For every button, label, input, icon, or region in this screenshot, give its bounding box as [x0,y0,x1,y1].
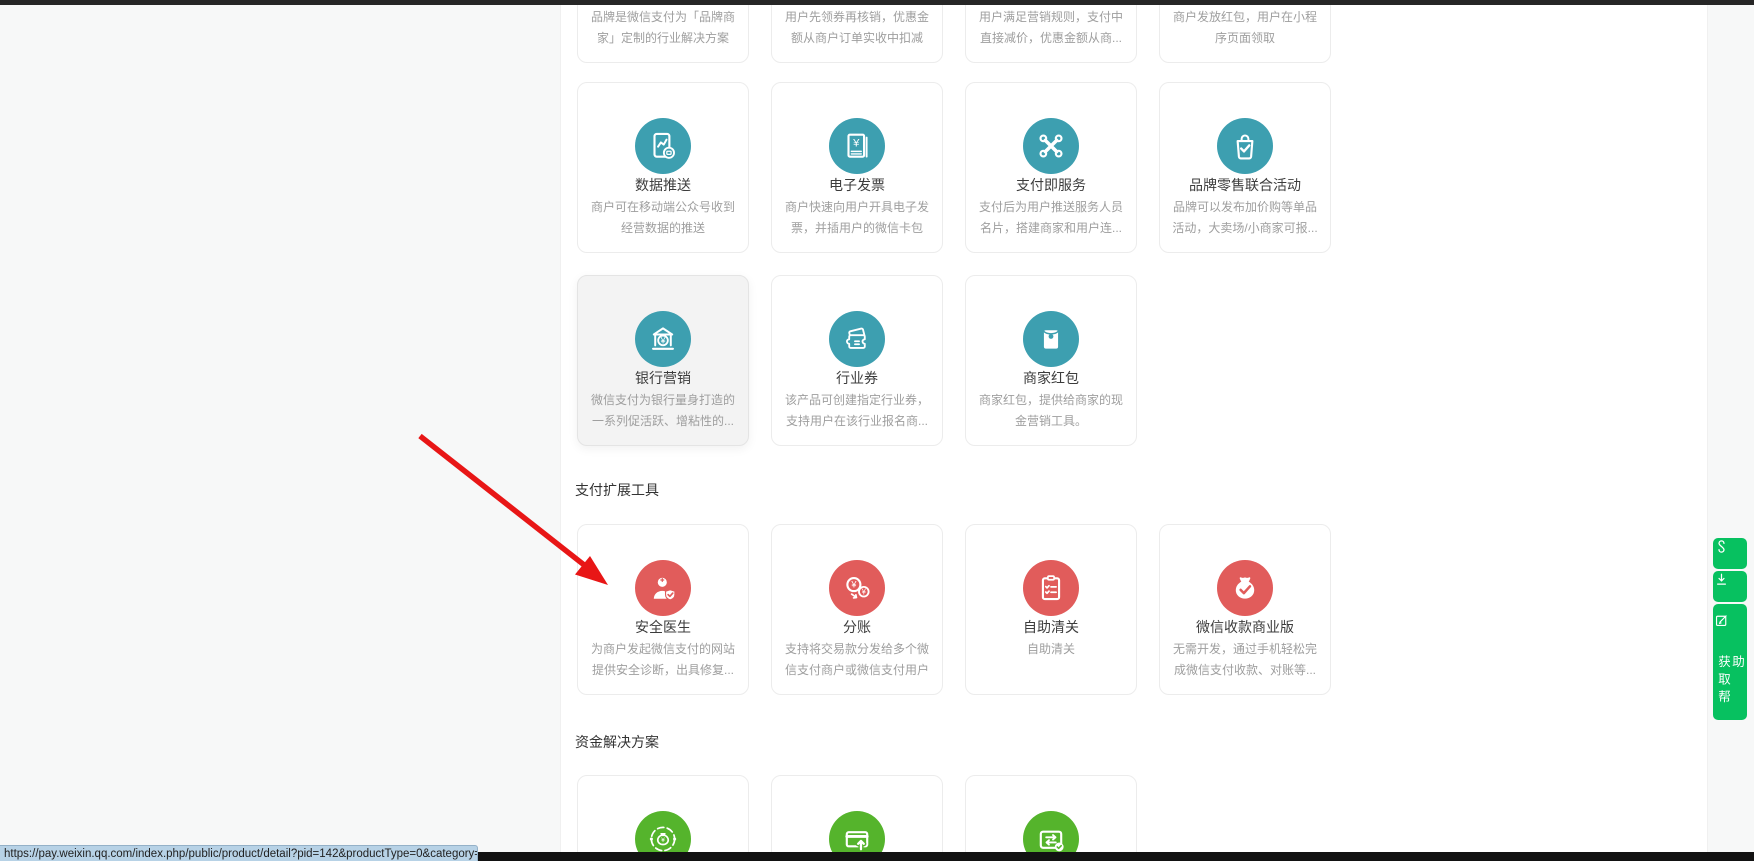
product-card[interactable]: ¥ ¥ 分账 支持将交易款分发给多个微信支付商户或微信支付用户 [771,524,943,695]
wechat-pay-products-page: 品牌是微信支付为「品牌商家」定制的行业解决方案 用户先领券再核销，优惠金额从商户… [0,0,1754,861]
product-description: 无需开发，通过手机轻松完成微信支付收款、对账等... [1160,639,1330,681]
product-icon-circle [1023,311,1079,367]
product-description: 用户先领券再核销，优惠金额从商户订单实收中扣减 [772,7,942,49]
product-card[interactable]: 数据推送 商户可在移动端公众号收到经营数据的推送 [577,82,749,253]
product-card[interactable]: ¥ 银行营销 微信支付为银行量身打造的一系列促活跃、增粘性的... [577,275,749,446]
security-doctor-icon [646,571,680,605]
card-up-icon [840,822,874,856]
section-title: 支付扩展工具 [575,481,659,499]
bank-marketing-icon: ¥ [646,322,680,356]
product-card[interactable] [965,775,1137,861]
download-button[interactable] [1713,571,1747,602]
product-title: 支付即服务 [966,176,1136,194]
product-description: 为商户发起微信支付的网站提供安全诊断，出具修复... [578,639,748,681]
product-icon-circle: ¥ ¥ [829,560,885,616]
product-title: 自助清关 [966,618,1136,636]
product-icon-circle [1217,118,1273,174]
product-icon-circle [635,118,691,174]
self-clearance-icon [1034,571,1068,605]
fund-cycle-icon: ¥ [646,822,680,856]
product-title: 电子发票 [772,176,942,194]
product-card[interactable]: 支付即服务 支付后为用户推送服务人员名片，搭建商家和用户连... [965,82,1137,253]
share-link-button[interactable] [1713,538,1747,569]
product-card[interactable]: 商家红包 商家红包，提供给商家的现金营销工具。 [965,275,1137,446]
product-description: 微信支付为银行量身打造的一系列促活跃、增粘性的... [578,390,748,432]
svg-text:¥: ¥ [661,837,665,844]
product-icon-circle [1023,560,1079,616]
product-card[interactable]: ¥ 电子发票 商户快速向用户开具电子发票，并插用户的微信卡包 [771,82,943,253]
product-description: 品牌是微信支付为「品牌商家」定制的行业解决方案 [578,7,748,49]
product-description: 商家红包，提供给商家的现金营销工具。 [966,390,1136,432]
product-description: 用户满足营销规则，支付中直接减价，优惠金额从商... [966,7,1136,49]
brand-retail-icon [1228,129,1262,163]
product-icon-circle [829,311,885,367]
merchant-redpacket-icon [1034,322,1068,356]
svg-text:¥: ¥ [659,336,666,346]
data-push-icon [646,129,680,163]
product-card[interactable] [771,775,943,861]
product-card[interactable]: 商户发放红包，用户在小程序页面领取 [1159,0,1331,63]
product-card[interactable]: 自助清关 自助清关 [965,524,1137,695]
product-grid: 品牌是微信支付为「品牌商家」定制的行业解决方案 用户先领券再核销，优惠金额从商户… [0,0,1754,861]
edit-icon [1713,612,1747,644]
product-icon-circle: ¥ [635,311,691,367]
industry-coupon-icon [840,322,874,356]
download-icon [1713,571,1747,602]
product-title: 数据推送 [578,176,748,194]
status-url-tooltip: https://pay.weixin.qq.com/index.php/publ… [0,845,478,861]
product-description: 商户可在移动端公众号收到经营数据的推送 [578,197,748,239]
e-invoice-icon: ¥ [840,129,874,163]
product-card[interactable]: 行业券 该产品可创建指定行业券，支持用户在该行业报名商... [771,275,943,446]
product-description: 支付后为用户推送服务人员名片，搭建商家和用户连... [966,197,1136,239]
product-title: 银行营销 [578,369,748,387]
product-description: 支持将交易款分发给多个微信支付商户或微信支付用户 [772,639,942,681]
product-title: 安全医生 [578,618,748,636]
product-description: 商户发放红包，用户在小程序页面领取 [1160,7,1330,49]
svg-text:¥: ¥ [850,580,857,590]
product-title: 商家红包 [966,369,1136,387]
product-card[interactable]: 用户满足营销规则，支付中直接减价，优惠金额从商... [965,0,1137,63]
pay-as-service-icon [1034,129,1068,163]
product-icon-circle [1217,560,1273,616]
help-toolbar: 获取帮助 [1713,538,1747,720]
product-card[interactable]: 品牌零售联合活动 品牌可以发布加价购等单品活动，大卖场/小商家可报... [1159,82,1331,253]
section-title: 资金解决方案 [575,733,659,751]
window-top-edge [0,0,1754,5]
product-title: 品牌零售联合活动 [1160,176,1330,194]
get-help-button[interactable]: 获取帮助 [1713,604,1747,720]
product-title: 分账 [772,618,942,636]
product-icon-circle [635,560,691,616]
product-icon-circle [1023,118,1079,174]
product-card[interactable]: 品牌是微信支付为「品牌商家」定制的行业解决方案 [577,0,749,63]
product-card[interactable]: 安全医生 为商户发起微信支付的网站提供安全诊断，出具修复... [577,524,749,695]
link-icon [1713,538,1747,569]
product-card[interactable]: 微信收款商业版 无需开发，通过手机轻松完成微信支付收款、对账等... [1159,524,1331,695]
product-title: 微信收款商业版 [1160,618,1330,636]
product-description: 自助清关 [966,639,1136,660]
product-description: 该产品可创建指定行业券，支持用户在该行业报名商... [772,390,942,432]
product-title: 行业券 [772,369,942,387]
product-icon-circle: ¥ [829,118,885,174]
product-description: 品牌可以发布加价购等单品活动，大卖场/小商家可报... [1160,197,1330,239]
wallet-transfer-icon [1034,822,1068,856]
wechat-collect-icon [1228,571,1262,605]
svg-text:¥: ¥ [852,138,860,150]
get-help-label: 获取帮助 [1716,655,1744,720]
product-card[interactable]: ¥ [577,775,749,861]
product-description: 商户快速向用户开具电子发票，并插用户的微信卡包 [772,197,942,239]
svg-text:¥: ¥ [862,588,867,597]
split-payment-icon: ¥ ¥ [840,571,874,605]
product-card[interactable]: 用户先领券再核销，优惠金额从商户订单实收中扣减 [771,0,943,63]
